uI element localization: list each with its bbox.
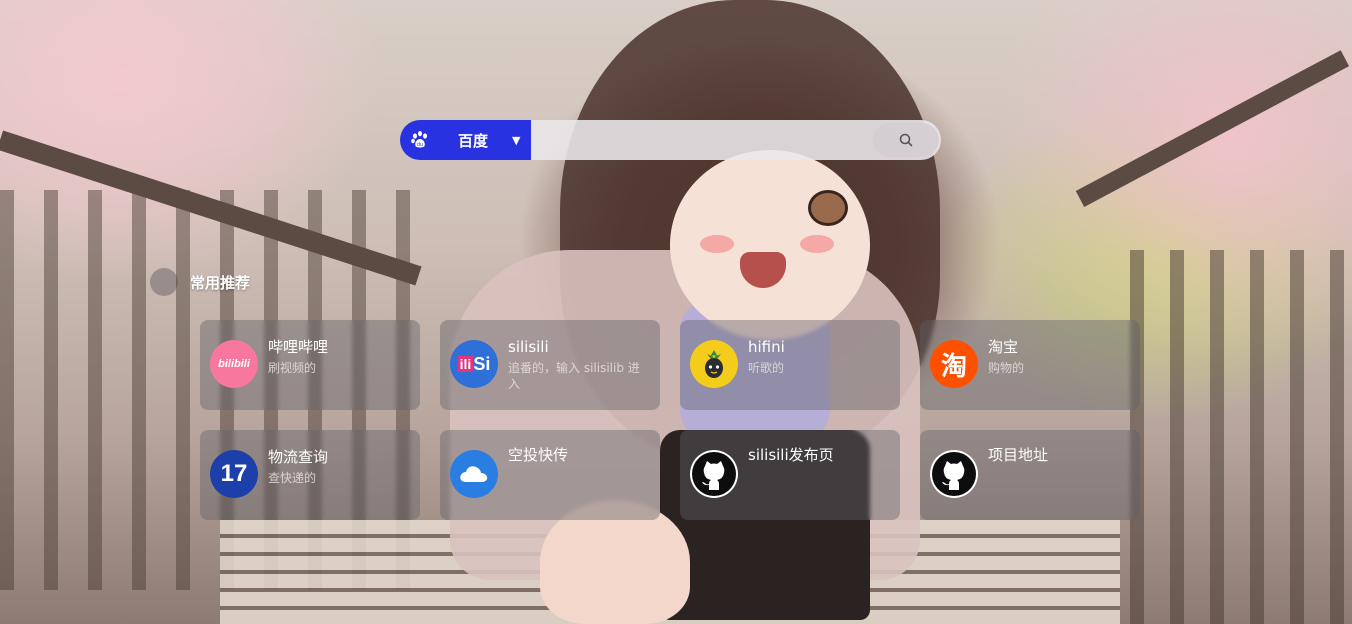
bookmark-grid: bilibili 哔哩哔哩 刷视频的 ili Si silisili 追番的，输入… (200, 320, 1141, 520)
github-octocat (692, 452, 736, 496)
cloud-icon (450, 450, 498, 498)
wallpaper-blush (800, 235, 834, 253)
card-taobao[interactable]: 淘 淘宝 购物的 (920, 320, 1140, 410)
section-decoration (150, 268, 178, 296)
card-title: 淘宝 (988, 338, 1019, 356)
svg-text:du: du (417, 142, 423, 148)
search-input[interactable] (531, 120, 871, 160)
cloud-shape (460, 466, 488, 482)
bilibili-logo: bilibili (210, 340, 258, 388)
card-title: 空投快传 (508, 446, 569, 464)
pineapple-icon (705, 350, 723, 378)
card-bilibili[interactable]: bilibili 哔哩哔哩 刷视频的 (200, 320, 420, 410)
github-octocat (932, 452, 976, 496)
search-engine-name: 百度 (458, 131, 489, 150)
card-title: hifini (748, 338, 785, 356)
card-logistics[interactable]: 17 物流查询 查快递的 (200, 430, 420, 520)
hifini-logo (690, 340, 738, 388)
silisili-logo-text-a: ili (457, 356, 474, 372)
card-airdrop[interactable]: 空投快传 (440, 430, 660, 520)
search-icon (899, 133, 913, 147)
card-description: 购物的 (988, 361, 1025, 375)
taobao-logo-text: 淘 (940, 351, 967, 382)
17track-logo-text: 17 (220, 460, 248, 487)
baidu-paw-icon: du (407, 127, 433, 153)
card-title: 哔哩哔哩 (268, 338, 329, 356)
card-hifini[interactable]: hifini 听歌的 (680, 320, 900, 410)
search-bar: du 百度 ▼ (400, 120, 941, 160)
card-title: 项目地址 (988, 446, 1049, 464)
card-description: 听歌的 (748, 361, 785, 375)
card-title: 物流查询 (268, 448, 329, 466)
github-icon (930, 450, 978, 498)
wallpaper-railing-right (1130, 250, 1352, 624)
card-title: silisili (508, 338, 549, 356)
card-description: 刷视频的 (268, 361, 317, 375)
search-button[interactable] (871, 120, 941, 160)
bilibili-logo-text: bilibili (218, 358, 250, 370)
card-silisili[interactable]: ili Si silisili 追番的，输入 silisilib 进入 (440, 320, 660, 410)
silisili-logo: ili Si (450, 340, 498, 388)
wallpaper-blush (700, 235, 734, 253)
search-engine-selector[interactable]: du 百度 ▼ (400, 120, 531, 160)
card-description: 查快递的 (268, 471, 317, 485)
card-project[interactable]: 项目地址 (920, 430, 1140, 520)
card-title: silisili发布页 (748, 446, 834, 464)
search-button-pill (873, 123, 939, 157)
section-title: 常用推荐 (190, 274, 251, 292)
wallpaper-eye (808, 190, 848, 226)
17track-logo: 17 (210, 450, 258, 498)
silisili-logo-text-b: Si (473, 353, 491, 374)
card-description: 追番的，输入 silisilib 进入 (508, 361, 640, 391)
github-icon (690, 450, 738, 498)
chevron-down-icon[interactable]: ▼ (512, 134, 520, 147)
taobao-logo: 淘 (930, 340, 978, 388)
wallpaper-handrail-right (1075, 50, 1350, 207)
card-silisili-release[interactable]: silisili发布页 (680, 430, 900, 520)
background-wallpaper (0, 0, 1352, 624)
